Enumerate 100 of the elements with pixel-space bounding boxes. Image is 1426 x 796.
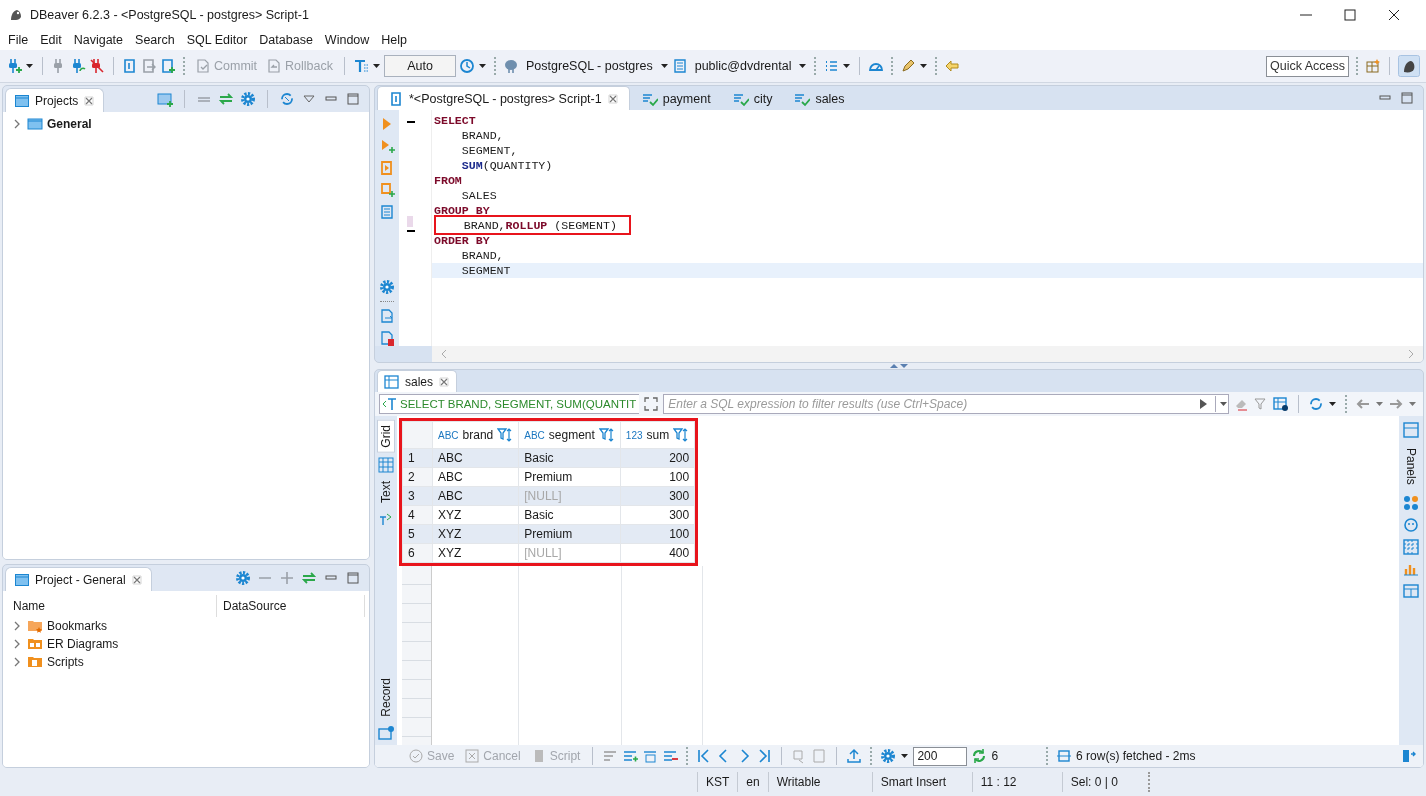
commit-mode-button[interactable]: Auto — [384, 55, 456, 77]
table-check-icon — [794, 91, 811, 107]
filter-sort-icon[interactable] — [497, 427, 514, 443]
new-folder-icon[interactable] — [157, 91, 173, 107]
plug-cross-icon[interactable] — [89, 58, 105, 74]
column-header[interactable]: ABC brand — [432, 421, 519, 449]
tree-item[interactable]: Bookmarks — [47, 619, 108, 633]
code-line: BRAND, — [460, 128, 504, 143]
pen-icon[interactable] — [900, 58, 917, 74]
code-line: ORDER BY — [434, 233, 490, 248]
script-folder-icon — [27, 654, 43, 670]
expand-icon[interactable] — [643, 396, 660, 412]
perspective-icon[interactable] — [1365, 58, 1381, 74]
document-icon — [266, 58, 283, 74]
editor-tab[interactable]: payment — [631, 88, 721, 110]
document-error-icon[interactable] — [379, 330, 395, 346]
panel-tab[interactable]: Project - General — [5, 567, 152, 591]
wrap-icon[interactable] — [602, 748, 619, 764]
maximize-icon[interactable] — [345, 91, 361, 107]
results-tab[interactable]: sales — [377, 370, 457, 392]
document-plus-icon[interactable] — [160, 58, 176, 74]
export-icon[interactable] — [379, 308, 395, 324]
tree-item[interactable]: ER Diagrams — [47, 637, 119, 651]
copy-row-icon[interactable] — [642, 748, 659, 764]
document-icon[interactable] — [122, 58, 138, 74]
back-arrow-icon[interactable] — [944, 58, 961, 74]
code-line: GROUP BY — [434, 203, 490, 218]
checker-icon[interactable] — [1403, 538, 1419, 555]
view-tab[interactable]: Record — [378, 674, 394, 721]
schema-selector[interactable]: public@dvdrental — [690, 59, 796, 73]
filter-sort-icon[interactable] — [598, 427, 615, 443]
table-cell: 100 — [620, 467, 695, 487]
editor-tab[interactable]: city — [722, 88, 783, 110]
smiley-icon[interactable] — [1403, 516, 1419, 533]
menu-item[interactable]: Database — [253, 30, 319, 50]
column-header[interactable]: ABC segment — [518, 421, 621, 449]
last-page-icon[interactable] — [756, 748, 773, 764]
sync-icon[interactable] — [1308, 396, 1324, 412]
view-tab[interactable]: Grid — [377, 420, 395, 453]
query-text: SELECT BRAND, SEGMENT, SUM(QUANTIT — [379, 394, 640, 414]
fetch-size-field[interactable]: 200 — [913, 746, 968, 766]
column-header[interactable]: Name — [13, 599, 45, 613]
table-cell: 300 — [620, 505, 695, 525]
document-lines-icon[interactable] — [379, 204, 395, 220]
settings-icon[interactable] — [240, 91, 256, 107]
sync-icon[interactable] — [279, 91, 295, 107]
panels-tab[interactable]: Panels — [1403, 444, 1419, 489]
menu-item[interactable]: Search — [129, 30, 181, 50]
settings-icon[interactable] — [379, 279, 395, 295]
table-cell: XYZ — [432, 505, 519, 525]
filter-sort-icon[interactable] — [673, 427, 690, 443]
quick-access-field[interactable]: Quick Access — [1265, 55, 1349, 77]
maximize-icon[interactable] — [345, 570, 361, 586]
column-header[interactable]: 123 sum — [620, 421, 695, 449]
add-row-icon[interactable] — [622, 748, 639, 764]
code-line: SEGMENT — [460, 263, 511, 278]
menu-item[interactable]: File — [2, 30, 35, 50]
editor-tab[interactable]: sales — [784, 88, 855, 110]
layout-icon[interactable] — [1403, 582, 1419, 599]
close-icon[interactable] — [1386, 7, 1402, 23]
settings-icon[interactable] — [235, 570, 251, 586]
expand-icon[interactable] — [279, 570, 295, 586]
column-header[interactable]: DataSource — [223, 599, 287, 613]
menu-item[interactable]: Window — [318, 30, 376, 50]
link-icon[interactable] — [301, 570, 317, 586]
horizontal-scrollbar[interactable] — [432, 346, 1423, 362]
shapes-icon[interactable] — [1403, 494, 1419, 511]
link-icon[interactable] — [218, 91, 234, 107]
run-plus-icon[interactable] — [379, 138, 395, 154]
editor-tab[interactable]: *<PostgreSQL - postgres> Script-1 — [377, 86, 630, 110]
delete-row-icon[interactable] — [662, 748, 679, 764]
table-icon — [384, 373, 400, 390]
menu-item[interactable]: SQL Editor — [180, 30, 254, 50]
maximize-icon[interactable] — [1342, 7, 1358, 23]
tree-item[interactable]: General — [47, 117, 92, 131]
panel-toggle-icon[interactable] — [1401, 748, 1417, 764]
plug-refresh-icon[interactable] — [70, 58, 86, 74]
sash-arrows-icon[interactable] — [889, 363, 909, 369]
menu-item[interactable]: Edit — [34, 30, 68, 50]
tree-item[interactable]: Scripts — [47, 655, 84, 669]
refresh-icon[interactable] — [971, 748, 988, 764]
folder-icon — [27, 116, 43, 132]
maximize-icon[interactable] — [1399, 90, 1415, 106]
script-plus-icon[interactable] — [379, 182, 395, 198]
status-field: Sel: 0 | 0 — [1061, 772, 1148, 792]
code-line: SELECT — [434, 113, 476, 128]
diagram-folder-icon — [27, 636, 43, 652]
table-cell: XYZ — [432, 543, 519, 563]
panels-icon[interactable] — [1403, 422, 1419, 438]
menu-item[interactable]: Help — [375, 30, 414, 50]
grid-icon[interactable] — [378, 456, 394, 473]
connection-selector[interactable]: PostgreSQL - postgres — [522, 59, 657, 73]
panel-tab[interactable]: Projects — [5, 88, 105, 112]
view-tab[interactable]: Text — [378, 476, 394, 507]
panel-icon — [14, 92, 30, 109]
menu-item[interactable]: Navigate — [67, 30, 130, 50]
export-icon[interactable] — [846, 748, 863, 764]
run-script-icon[interactable] — [379, 160, 395, 176]
record-icon[interactable] — [378, 725, 394, 741]
table-settings-icon[interactable] — [1273, 396, 1289, 412]
